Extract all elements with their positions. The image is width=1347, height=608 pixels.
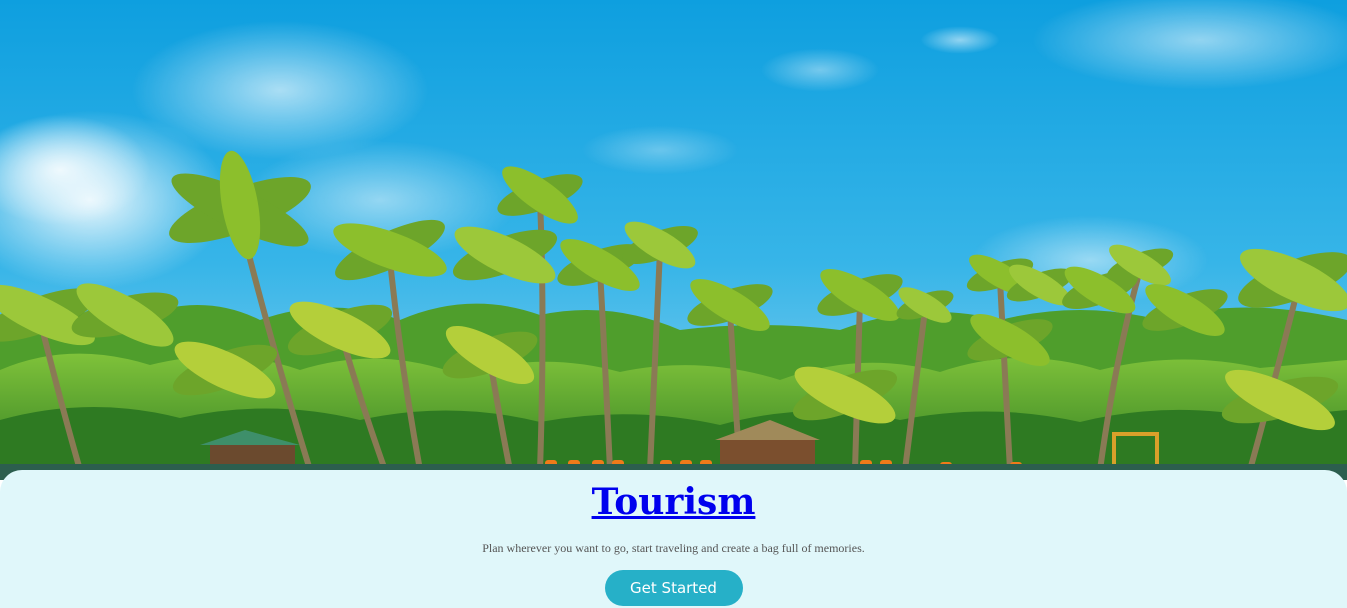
- page-title-link[interactable]: Tourism: [592, 480, 756, 524]
- get-started-button[interactable]: Get Started: [604, 570, 743, 606]
- hero-image: [0, 0, 1347, 480]
- beach-palm-trees-image: [0, 0, 1347, 480]
- hero-content-panel: Tourism Plan wherever you want to go, st…: [0, 470, 1347, 608]
- page: Tourism Plan wherever you want to go, st…: [0, 0, 1347, 608]
- tagline: Plan wherever you want to go, start trav…: [482, 541, 865, 555]
